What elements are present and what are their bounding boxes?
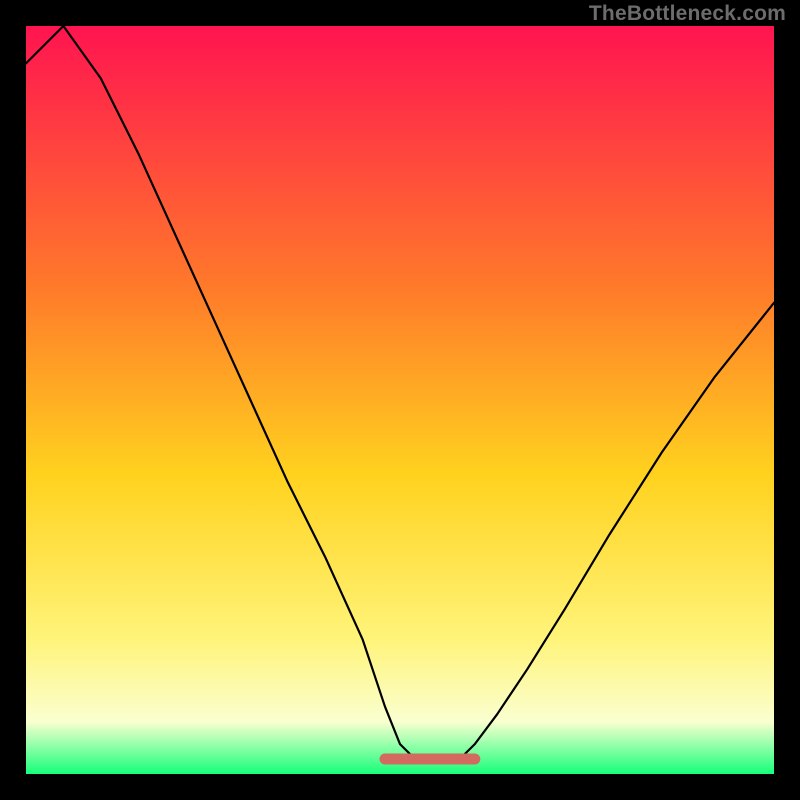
plot-area: [26, 26, 774, 774]
gradient-background: [26, 26, 774, 774]
chart-stage: TheBottleneck.com: [0, 0, 800, 800]
chart-svg: [26, 26, 774, 774]
watermark-text: TheBottleneck.com: [589, 2, 786, 26]
